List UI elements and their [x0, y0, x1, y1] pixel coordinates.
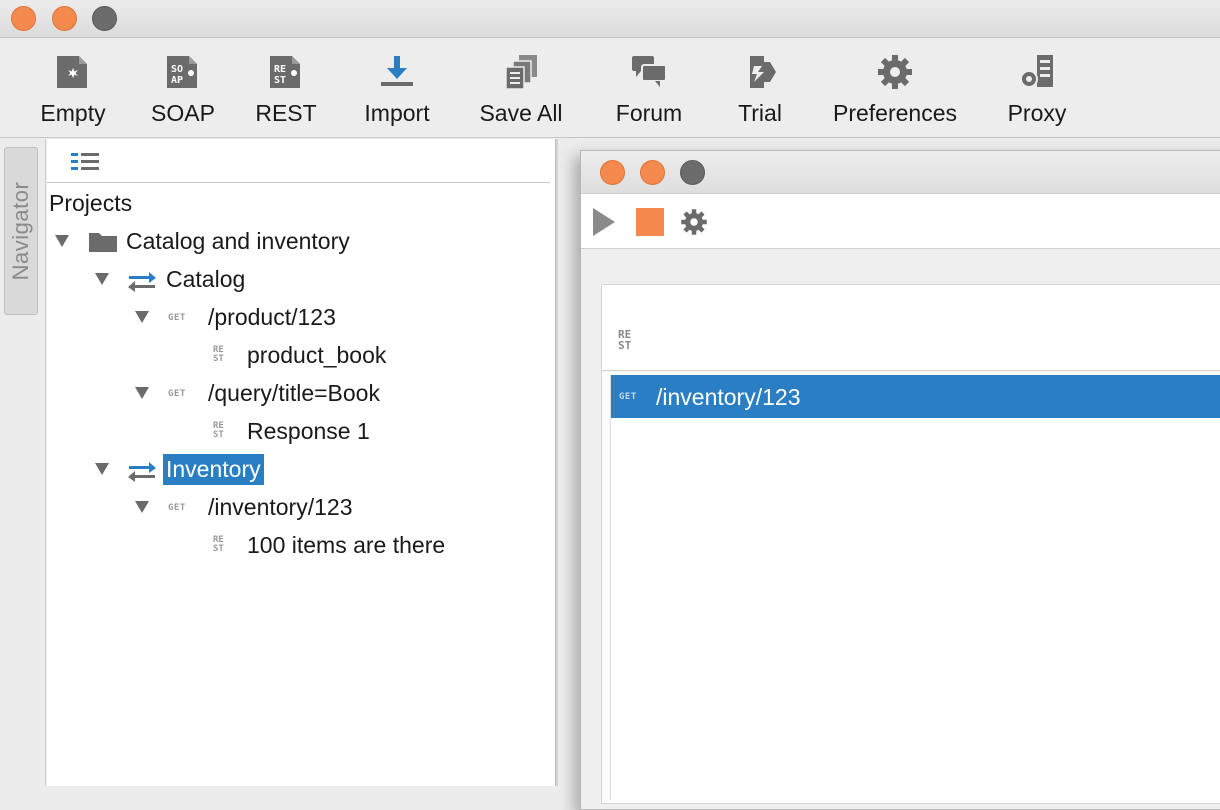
soap-project-icon: SO AP — [167, 56, 197, 88]
expand-triangle-icon[interactable] — [135, 387, 149, 399]
rest-tag-icon: RE ST — [618, 328, 632, 352]
svg-text:ST: ST — [274, 75, 286, 86]
response-name: product_book — [247, 342, 387, 368]
trial-button-label: Trial — [738, 100, 782, 126]
get-method-icon: GET — [168, 389, 186, 399]
list-view-icon[interactable] — [71, 151, 101, 173]
gear-icon — [878, 55, 912, 89]
tree-response-row[interactable]: RE ST product_book — [47, 339, 547, 373]
minimize-window-button[interactable] — [640, 160, 665, 185]
stop-icon[interactable] — [636, 208, 664, 236]
desktop-gap — [558, 139, 580, 786]
tree-resource-row[interactable]: GET /product/123 — [47, 301, 547, 335]
run-icon[interactable] — [591, 206, 617, 238]
get-method-icon: GET — [619, 392, 637, 402]
service-window: RE ST GET /inventory/123 — [580, 150, 1220, 810]
forum-icon — [632, 56, 667, 87]
expand-triangle-icon[interactable] — [135, 501, 149, 513]
folder-icon — [89, 233, 117, 252]
rest-response-icon: RE ST — [213, 535, 224, 554]
save-all-icon — [505, 55, 537, 90]
preferences-button-label: Preferences — [832, 100, 957, 126]
service-name: Catalog — [166, 266, 246, 292]
import-button[interactable]: Import — [352, 38, 442, 138]
resource-path: /product/123 — [208, 304, 336, 330]
settings-gear-icon[interactable] — [679, 207, 709, 237]
empty-project-icon — [57, 56, 87, 88]
expand-triangle-icon[interactable] — [95, 273, 109, 285]
service-window-body: RE ST GET /inventory/123 — [581, 249, 1220, 809]
expand-triangle-icon[interactable] — [55, 235, 69, 247]
rest-service-icon — [128, 462, 156, 482]
svg-text:RE: RE — [274, 64, 286, 75]
service-window-title-bar — [581, 151, 1220, 193]
tree-response-row[interactable]: RE ST 100 items are there — [47, 529, 547, 563]
expand-triangle-icon[interactable] — [95, 463, 109, 475]
svg-text:SO: SO — [171, 64, 183, 75]
empty-button-label: Empty — [40, 100, 106, 126]
forum-button-label: Forum — [615, 100, 683, 126]
resource-panel-header: RE ST — [602, 285, 1220, 371]
main-toolbar: Empty SO AP SOAP RE ST REST Import Save … — [0, 38, 1220, 138]
response-name: Response 1 — [247, 418, 370, 444]
resource-list-row-selected[interactable]: GET /inventory/123 — [611, 375, 1220, 418]
tree-service-row[interactable]: Catalog — [47, 263, 547, 297]
rest-button-label: REST — [255, 100, 317, 126]
empty-project-button[interactable]: Empty — [33, 38, 113, 138]
trial-icon — [750, 56, 776, 88]
rest-service-icon — [128, 272, 156, 292]
navigator-tab-label: Navigator — [8, 181, 33, 281]
tree-response-row[interactable]: RE ST Response 1 — [47, 415, 547, 449]
soap-project-button[interactable]: SO AP SOAP — [143, 38, 223, 138]
rest-project-icon: RE ST — [270, 56, 300, 88]
resource-path: /query/title=Book — [208, 380, 380, 406]
zoom-window-button[interactable] — [92, 6, 117, 31]
proxy-button[interactable]: Proxy — [998, 38, 1076, 138]
tree-resource-row[interactable]: GET /inventory/123 — [47, 491, 547, 525]
resource-list: GET /inventory/123 — [610, 375, 1220, 800]
expand-triangle-icon[interactable] — [135, 311, 149, 323]
svg-text:AP: AP — [171, 75, 183, 86]
response-name: 100 items are there — [247, 532, 446, 558]
preferences-button[interactable]: Preferences — [826, 38, 964, 138]
import-icon — [381, 56, 413, 86]
resource-panel: RE ST GET /inventory/123 — [601, 284, 1220, 804]
service-name: Inventory — [163, 454, 264, 485]
save-all-button[interactable]: Save All — [472, 38, 570, 138]
forum-button[interactable]: Forum — [606, 38, 692, 138]
get-method-icon: GET — [168, 313, 186, 323]
trial-button[interactable]: Trial — [725, 38, 795, 138]
proxy-icon — [1020, 55, 1053, 88]
projects-root-label: Projects — [49, 190, 133, 216]
service-window-toolbar — [581, 193, 1220, 249]
save-all-button-label: Save All — [479, 100, 563, 126]
close-window-button[interactable] — [600, 160, 625, 185]
minimize-window-button[interactable] — [52, 6, 77, 31]
soap-button-label: SOAP — [151, 100, 215, 126]
tree-header — [47, 139, 550, 183]
rest-project-button[interactable]: RE ST REST — [246, 38, 326, 138]
rest-response-icon: RE ST — [213, 345, 224, 364]
zoom-window-button[interactable] — [680, 160, 705, 185]
tree-project-row[interactable]: Catalog and inventory — [47, 225, 547, 259]
close-window-button[interactable] — [11, 6, 36, 31]
get-method-icon: GET — [168, 503, 186, 513]
import-button-label: Import — [364, 100, 430, 126]
navigator-strip: Navigator — [0, 139, 46, 786]
rest-response-icon: RE ST — [213, 421, 224, 440]
tree-resource-row[interactable]: GET /query/title=Book — [47, 377, 547, 411]
navigator-tab[interactable]: Navigator — [4, 147, 38, 315]
proxy-button-label: Proxy — [1007, 100, 1067, 126]
project-tree-panel: Projects Catalog and inventory Catalog G… — [47, 139, 555, 786]
resource-list-path: /inventory/123 — [656, 384, 801, 410]
project-name: Catalog and inventory — [126, 228, 350, 254]
resource-path: /inventory/123 — [208, 494, 353, 520]
tree-service-row-selected[interactable]: Inventory — [47, 453, 547, 487]
title-bar — [0, 0, 1220, 38]
